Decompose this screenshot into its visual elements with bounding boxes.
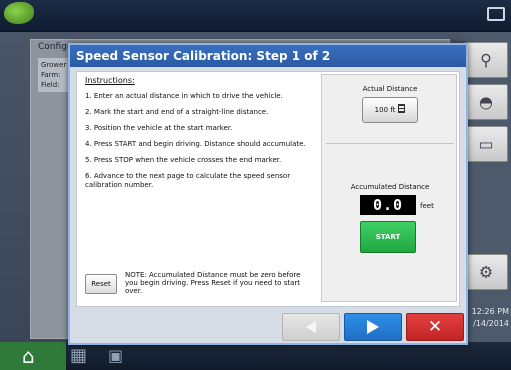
rail-tool-button[interactable]: ⚙ <box>464 254 508 290</box>
grid-icon: ▦ <box>70 345 88 366</box>
back-button[interactable] <box>282 313 340 341</box>
instruction-item: 2. Mark the start and end of a straight-… <box>85 108 269 116</box>
home-button[interactable]: ⌂ <box>0 342 66 370</box>
clock-time: 12:26 PM <box>471 307 509 316</box>
top-bar <box>0 0 511 32</box>
bottom-bar: ⌂ ▦ ▣ <box>0 342 511 370</box>
actual-distance-button[interactable]: 100 ft <box>362 97 418 123</box>
close-icon: ✕ <box>427 317 443 337</box>
calibration-dialog: Speed Sensor Calibration: Step 1 of 2 In… <box>68 43 468 345</box>
cancel-button[interactable]: ✕ <box>406 313 464 341</box>
gauge-icon: ◓ <box>479 92 493 112</box>
accumulated-distance-readout: 0.0 <box>360 195 416 215</box>
instruction-item: 5. Press STOP when the vehicle crosses t… <box>85 156 282 164</box>
distance-panel: Actual Distance 100 ft Accumulated Dista… <box>321 74 457 302</box>
next-arrow-icon <box>367 320 379 334</box>
reset-button[interactable]: Reset <box>85 274 117 294</box>
clock-date: /14/2014 <box>473 319 509 328</box>
start-button[interactable]: START <box>360 221 416 253</box>
right-rail: ⚲ ◓ ▭ ⚙ <box>461 32 511 342</box>
rail-wrench-button[interactable]: ⚲ <box>464 42 508 78</box>
grid-button[interactable]: ▦ <box>70 346 92 366</box>
brand-logo-icon <box>4 2 34 24</box>
rail-window-button[interactable]: ▭ <box>464 126 508 162</box>
background-label-field: Field: <box>41 81 60 89</box>
clock: 12:26 PM /14/2014 <box>463 306 509 330</box>
window-icon: ▭ <box>478 134 494 154</box>
tool-icon: ⚙ <box>478 262 494 282</box>
rail-gauge-button[interactable]: ◓ <box>464 84 508 120</box>
panel-divider <box>326 143 454 144</box>
camera-icon: ▣ <box>108 346 124 365</box>
instruction-item: 4. Press START and begin driving. Distan… <box>85 140 306 148</box>
back-arrow-icon <box>306 321 316 333</box>
background-label-grower: Grower <box>41 61 67 69</box>
home-icon: ⌂ <box>22 344 35 368</box>
calculator-icon <box>398 104 406 113</box>
wrench-icon: ⚲ <box>480 50 492 70</box>
instructions-list: 1. Enter an actual distance in which to … <box>85 92 317 197</box>
instruction-item: 1. Enter an actual distance in which to … <box>85 92 283 100</box>
accumulated-distance-label: Accumulated Distance <box>350 183 430 191</box>
background-label-farm: Farm: <box>41 71 61 79</box>
dialog-content: Instructions: 1. Enter an actual distanc… <box>76 71 460 307</box>
actual-distance-label: Actual Distance <box>362 85 418 93</box>
accumulated-distance-unit: feet <box>420 202 434 210</box>
camera-button[interactable]: ▣ <box>108 346 132 366</box>
instruction-item: 6. Advance to the next page to calculate… <box>85 172 291 189</box>
window-toggle-icon[interactable] <box>487 7 505 21</box>
next-button[interactable] <box>344 313 402 341</box>
instruction-item: 3. Position the vehicle at the start mar… <box>85 124 233 132</box>
reset-note: NOTE: Accumulated Distance must be zero … <box>125 271 301 295</box>
dialog-title: Speed Sensor Calibration: Step 1 of 2 <box>70 45 466 67</box>
actual-distance-value: 100 ft <box>374 106 396 114</box>
instructions-heading: Instructions: <box>85 76 135 85</box>
